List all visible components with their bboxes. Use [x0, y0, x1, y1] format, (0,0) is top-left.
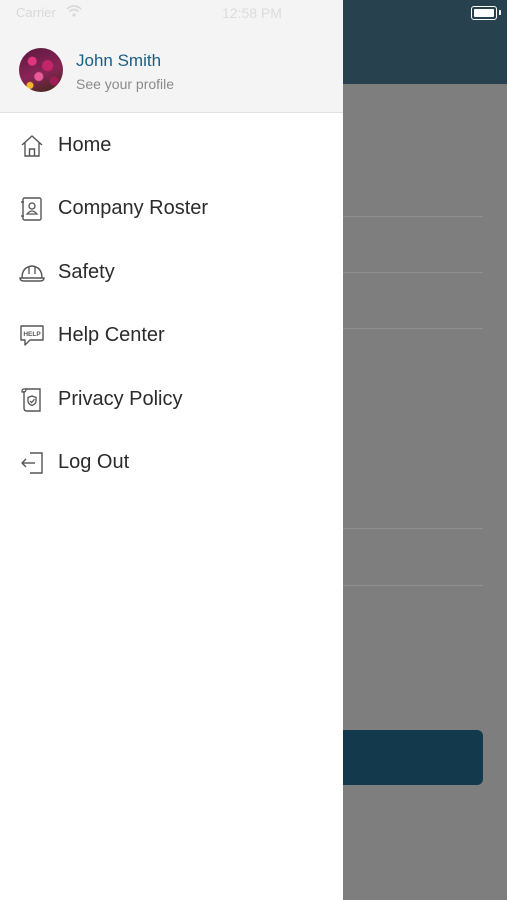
- profile-link[interactable]: See your profile: [76, 76, 174, 92]
- hard-hat-icon: [19, 265, 45, 282]
- menu-item-privacy-policy[interactable]: Privacy Policy: [0, 374, 343, 426]
- policy-scroll-icon: [21, 388, 41, 412]
- menu-item-label: Safety: [58, 261, 115, 283]
- profile-name[interactable]: John Smith: [76, 51, 161, 71]
- menu-item-company-roster[interactable]: Company Roster: [0, 183, 343, 235]
- menu-item-label: Privacy Policy: [58, 388, 183, 410]
- menu-item-label: Home: [58, 134, 112, 156]
- background-divider: [343, 528, 483, 529]
- background-divider: [343, 216, 483, 217]
- background-divider: [343, 328, 483, 329]
- background-primary-button: [330, 730, 483, 785]
- status-bar: Carrier 12:58 PM: [0, 0, 507, 26]
- carrier-label: Carrier: [16, 5, 56, 20]
- menu-item-home[interactable]: Home: [0, 120, 343, 172]
- menu-item-label: Company Roster: [58, 197, 209, 219]
- side-drawer: John Smith See your profile Home Company…: [0, 0, 343, 900]
- battery-tip: [499, 10, 501, 15]
- svg-text:HELP: HELP: [23, 331, 41, 338]
- help-bubble-icon: HELP: [20, 325, 44, 346]
- status-time: 12:58 PM: [222, 5, 282, 21]
- contact-book-icon: [21, 197, 42, 221]
- wifi-icon: [66, 5, 82, 17]
- background-divider: [343, 272, 483, 273]
- background-divider: [343, 585, 483, 586]
- logout-icon: [21, 452, 43, 474]
- home-icon: [21, 135, 43, 157]
- menu-item-label: Log Out: [58, 451, 130, 473]
- menu-item-log-out[interactable]: Log Out: [0, 437, 343, 489]
- avatar[interactable]: [19, 48, 63, 92]
- menu-item-label: Help Center: [58, 324, 165, 346]
- menu-item-help-center[interactable]: HELP Help Center: [0, 310, 343, 362]
- menu-item-safety[interactable]: Safety: [0, 247, 343, 299]
- battery-icon: [471, 6, 497, 20]
